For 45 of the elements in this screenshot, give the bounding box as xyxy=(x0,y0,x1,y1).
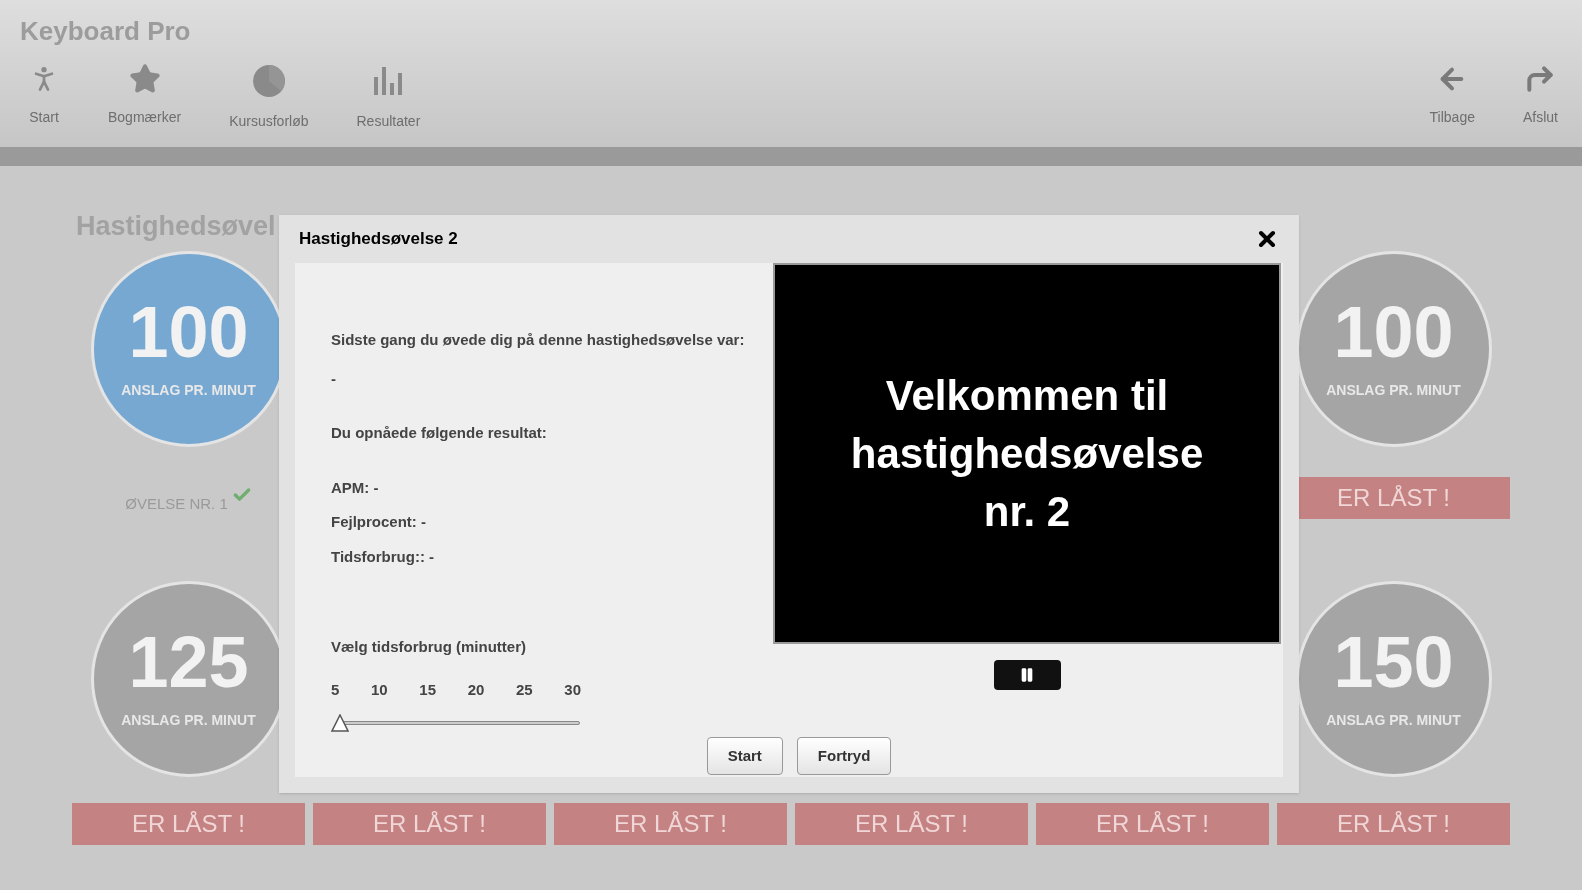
locked-badge: ER LÅST ! xyxy=(313,802,546,845)
locked-badge: ER LÅST ! xyxy=(795,802,1028,845)
locked-badge: ER LÅST ! xyxy=(1277,802,1510,845)
speed-number: 150 xyxy=(1333,626,1454,698)
result-text: APM: - xyxy=(331,477,380,498)
dialog-title: Hastighedsøvelse 2 xyxy=(299,228,458,251)
tick-label: 20 xyxy=(467,679,485,700)
speed-unit: ANSLAG PR. MINUT xyxy=(1326,381,1461,400)
toolbar-button[interactable]: Afslut xyxy=(1519,63,1562,132)
tick-label: 25 xyxy=(515,679,533,700)
result-text: Fejlprocent: - xyxy=(331,512,427,532)
tick-label: 5 xyxy=(331,679,340,700)
result-label: Du opnåede følgende resultat: xyxy=(331,423,548,443)
video-caption: nr. 2 xyxy=(983,486,1071,537)
last-practice-label: Sidste gang du øvede dig på denne hastighedsøvelse var: xyxy=(331,330,746,350)
speed-number: 100 xyxy=(1333,296,1454,368)
last-practice-value: - xyxy=(331,368,337,389)
video-caption: hastighedsøvelse xyxy=(850,428,1204,479)
slider-label: Vælg tidsforbrug (minutter) xyxy=(331,637,527,657)
toolbar-button[interactable]: Tilbage xyxy=(1425,63,1479,132)
toolbar-button[interactable]: Start xyxy=(20,63,68,132)
slider-thumb[interactable] xyxy=(331,714,349,732)
speed-unit: ANSLAG PR. MINUT xyxy=(1326,711,1461,730)
locked-badge: ER LÅST ! xyxy=(72,802,305,845)
locked-badge: ER LÅST ! xyxy=(554,802,787,845)
app-title: Keyboard Pro xyxy=(20,15,192,48)
pie-icon xyxy=(250,63,287,99)
toolbar-button[interactable]: Kursusforløb xyxy=(221,63,317,132)
pause-button[interactable] xyxy=(993,660,1061,690)
toolbar-button[interactable]: Bogmærker xyxy=(100,63,190,132)
speed-unit: ANSLAG PR. MINUT xyxy=(121,381,256,400)
tick-label: 15 xyxy=(419,679,436,700)
dialog-button[interactable]: Fortryd xyxy=(796,737,892,775)
pause-icon xyxy=(1019,667,1035,683)
tick-label: 30 xyxy=(564,679,581,700)
result-text: Tidsforbrug:: - xyxy=(331,546,436,567)
tick-label: 10 xyxy=(371,679,388,700)
toolbar-button[interactable]: Resultater xyxy=(348,63,429,132)
dialog-button[interactable]: Start xyxy=(706,737,783,775)
star-icon xyxy=(128,63,161,95)
video-caption: Velkommen til xyxy=(885,370,1169,421)
speed-number: 125 xyxy=(128,626,249,698)
speed-number: 100 xyxy=(128,296,249,368)
locked-badge: ER LÅST ! xyxy=(1036,802,1269,845)
speed-unit: ANSLAG PR. MINUT xyxy=(121,711,256,730)
